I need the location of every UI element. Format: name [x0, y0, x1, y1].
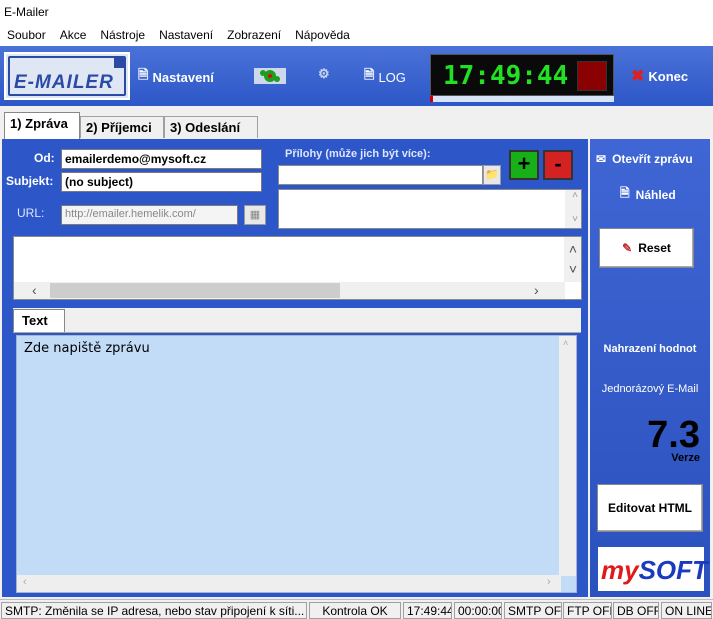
horizontal-scrollbar[interactable]: ‹ ›	[14, 282, 565, 299]
single-email-label[interactable]: Jednorázový E-Mail	[590, 383, 710, 395]
menu-nastaveni[interactable]: Nastavení	[152, 28, 220, 42]
vertical-scrollbar[interactable]: ˄	[559, 336, 576, 576]
eraser-icon: ✎	[622, 241, 633, 255]
tab-odeslani[interactable]: 3) Odeslání	[164, 116, 258, 138]
remove-attachment-button[interactable]: -	[543, 150, 573, 180]
reset-button[interactable]: ✎ Reset	[599, 228, 694, 268]
subject-label: Subjekt:	[6, 174, 54, 188]
chevron-left-icon[interactable]: ‹	[23, 576, 27, 588]
menu-akce[interactable]: Akce	[53, 28, 94, 42]
horizontal-scrollbar[interactable]: ‹ ›	[17, 575, 561, 592]
browse-attachment-button[interactable]: 📁	[483, 165, 501, 185]
editor-tab-strip	[13, 308, 581, 333]
chevron-right-icon[interactable]: ›	[534, 282, 539, 298]
chevron-up-icon[interactable]: ˄	[563, 338, 568, 348]
tab-prijemci[interactable]: 2) Příjemci	[80, 116, 164, 138]
chevron-right-icon[interactable]: ›	[547, 576, 551, 588]
menu-soubor[interactable]: Soubor	[0, 28, 53, 42]
url-field[interactable]: http://emailer.hemelik.com/	[61, 205, 238, 225]
replace-values-label[interactable]: Nahrazení hodnot	[590, 343, 710, 355]
attachments-list[interactable]: ˄ ˅	[278, 189, 582, 229]
status-message: SMTP: Změnila se IP adresa, nebo stav př…	[1, 602, 307, 619]
status-elapsed: 00:00:00	[454, 602, 502, 619]
preview-icon: 🗎	[620, 186, 630, 200]
status-check: Kontrola OK	[309, 602, 401, 619]
message-body[interactable]: Zde napiště zprávu ˄ ‹ ›	[16, 335, 577, 593]
window-title: E-Mailer	[0, 0, 713, 24]
clock-display: 17:49:44	[430, 54, 614, 96]
settings-button[interactable]: 🗎 Nastavení	[138, 66, 214, 88]
mysoft-logo: mySOFT	[598, 547, 708, 591]
url-label: URL:	[17, 206, 45, 220]
tab-text[interactable]: Text	[13, 309, 65, 332]
app-logo: E-MAILER	[4, 52, 130, 100]
attachment-input[interactable]	[278, 165, 483, 185]
chevron-down-icon[interactable]: ˅	[572, 214, 578, 225]
network-icon	[254, 68, 286, 84]
open-message-button[interactable]: ✉ Otevřít zprávu	[596, 152, 693, 166]
close-icon: ✖	[631, 68, 645, 85]
chevron-down-icon[interactable]: ˅	[569, 261, 577, 277]
from-field[interactable]: emailerdemo@mysoft.cz	[61, 149, 262, 169]
envelope-icon: ✉	[596, 152, 607, 166]
menu-zobrazeni[interactable]: Zobrazení	[220, 28, 288, 42]
status-online: ON LINE	[661, 602, 712, 619]
html-source-box[interactable]: ˄ ˅ ‹ ›	[13, 236, 582, 300]
logo-text: E-MAILER	[14, 72, 114, 93]
tab-zprava[interactable]: 1) Zpráva	[4, 112, 80, 139]
chevron-up-icon[interactable]: ˄	[572, 190, 578, 201]
progress-bar	[430, 96, 614, 102]
tools-button[interactable]: ⚙	[318, 66, 330, 82]
status-ftp: FTP OFF	[563, 602, 612, 619]
log-button[interactable]: 🗎 LOG	[364, 66, 406, 88]
exit-button[interactable]: ✖ Konec	[631, 66, 688, 86]
status-bar: SMTP: Změnila se IP adresa, nebo stav př…	[0, 599, 713, 619]
clock-digits: 17:49:44	[443, 61, 569, 91]
add-attachment-button[interactable]: +	[509, 150, 539, 180]
from-label: Od:	[34, 151, 55, 165]
chevron-up-icon[interactable]: ˄	[569, 241, 577, 257]
edit-html-button[interactable]: Editovat HTML	[597, 484, 703, 532]
tab-bar: 1) Zpráva 2) Příjemci 3) Odeslání	[0, 106, 713, 139]
version-label: Verze	[671, 452, 700, 464]
tools-icon: ⚙	[318, 66, 330, 81]
version-number: 7.3	[647, 414, 700, 456]
attachments-label: Přílohy (může jich být více):	[285, 148, 431, 160]
settings-icon: 🗎	[138, 67, 149, 82]
status-light	[577, 61, 607, 91]
menu-bar: Soubor Akce Nástroje Nastavení Zobrazení…	[0, 24, 713, 46]
status-smtp: SMTP OFF	[504, 602, 562, 619]
network-button[interactable]	[254, 68, 286, 84]
side-panel: ✉ Otevřít zprávu 🗎 Náhled ✎ Reset Nahraz…	[590, 139, 710, 597]
url-browse-button[interactable]: ▦	[244, 205, 266, 225]
message-text[interactable]: Zde napiště zprávu	[24, 341, 150, 356]
preview-button[interactable]: 🗎 Náhled	[620, 184, 676, 205]
status-db: DB OFF	[613, 602, 659, 619]
menu-nastroje[interactable]: Nástroje	[93, 28, 152, 42]
log-icon: 🗎	[364, 67, 375, 82]
menu-napoveda[interactable]: Nápověda	[288, 28, 357, 42]
subject-field[interactable]: (no subject)	[61, 172, 262, 192]
chevron-left-icon[interactable]: ‹	[32, 282, 37, 298]
toolbar: E-MAILER 🗎 Nastavení ⚙ 🗎 LOG 17:49:44 ✖ …	[0, 46, 713, 106]
status-time: 17:49:44	[403, 602, 452, 619]
